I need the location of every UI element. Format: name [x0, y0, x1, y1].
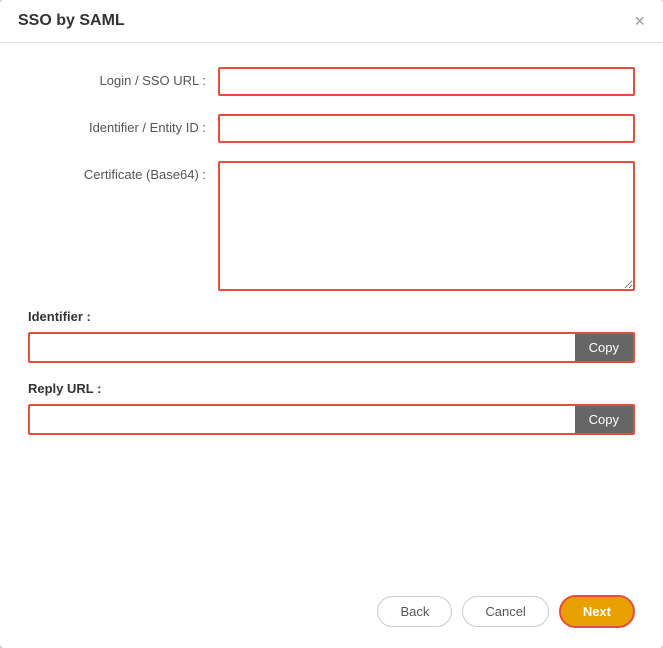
login-url-label: Login / SSO URL :: [28, 67, 218, 88]
copy-reply-url-button[interactable]: Copy: [575, 406, 633, 433]
identifier-field-input[interactable]: [30, 334, 575, 361]
reply-url-section-label: Reply URL :: [28, 381, 635, 396]
identifier-field-wrapper: Copy: [28, 332, 635, 363]
modal-header: SSO by SAML ×: [0, 0, 663, 43]
login-url-group: Login / SSO URL :: [28, 67, 635, 96]
close-button[interactable]: ×: [634, 12, 645, 30]
entity-id-input[interactable]: [218, 114, 635, 143]
login-url-input[interactable]: [218, 67, 635, 96]
modal-body: Login / SSO URL : Identifier / Entity ID…: [0, 43, 663, 583]
next-button[interactable]: Next: [559, 595, 635, 628]
certificate-label: Certificate (Base64) :: [28, 161, 218, 182]
certificate-textarea[interactable]: [218, 161, 635, 291]
back-button[interactable]: Back: [377, 596, 452, 627]
reply-url-field-wrapper: Copy: [28, 404, 635, 435]
modal-title: SSO by SAML: [18, 12, 125, 30]
entity-id-group: Identifier / Entity ID :: [28, 114, 635, 143]
modal-container: SSO by SAML × Login / SSO URL : Identifi…: [0, 0, 663, 648]
reply-url-field-input[interactable]: [30, 406, 575, 433]
cancel-button[interactable]: Cancel: [462, 596, 548, 627]
certificate-group: Certificate (Base64) :: [28, 161, 635, 291]
identifier-section-label: Identifier :: [28, 309, 635, 324]
entity-id-label: Identifier / Entity ID :: [28, 114, 218, 135]
modal-footer: Back Cancel Next: [0, 583, 663, 648]
copy-identifier-button[interactable]: Copy: [575, 334, 633, 361]
